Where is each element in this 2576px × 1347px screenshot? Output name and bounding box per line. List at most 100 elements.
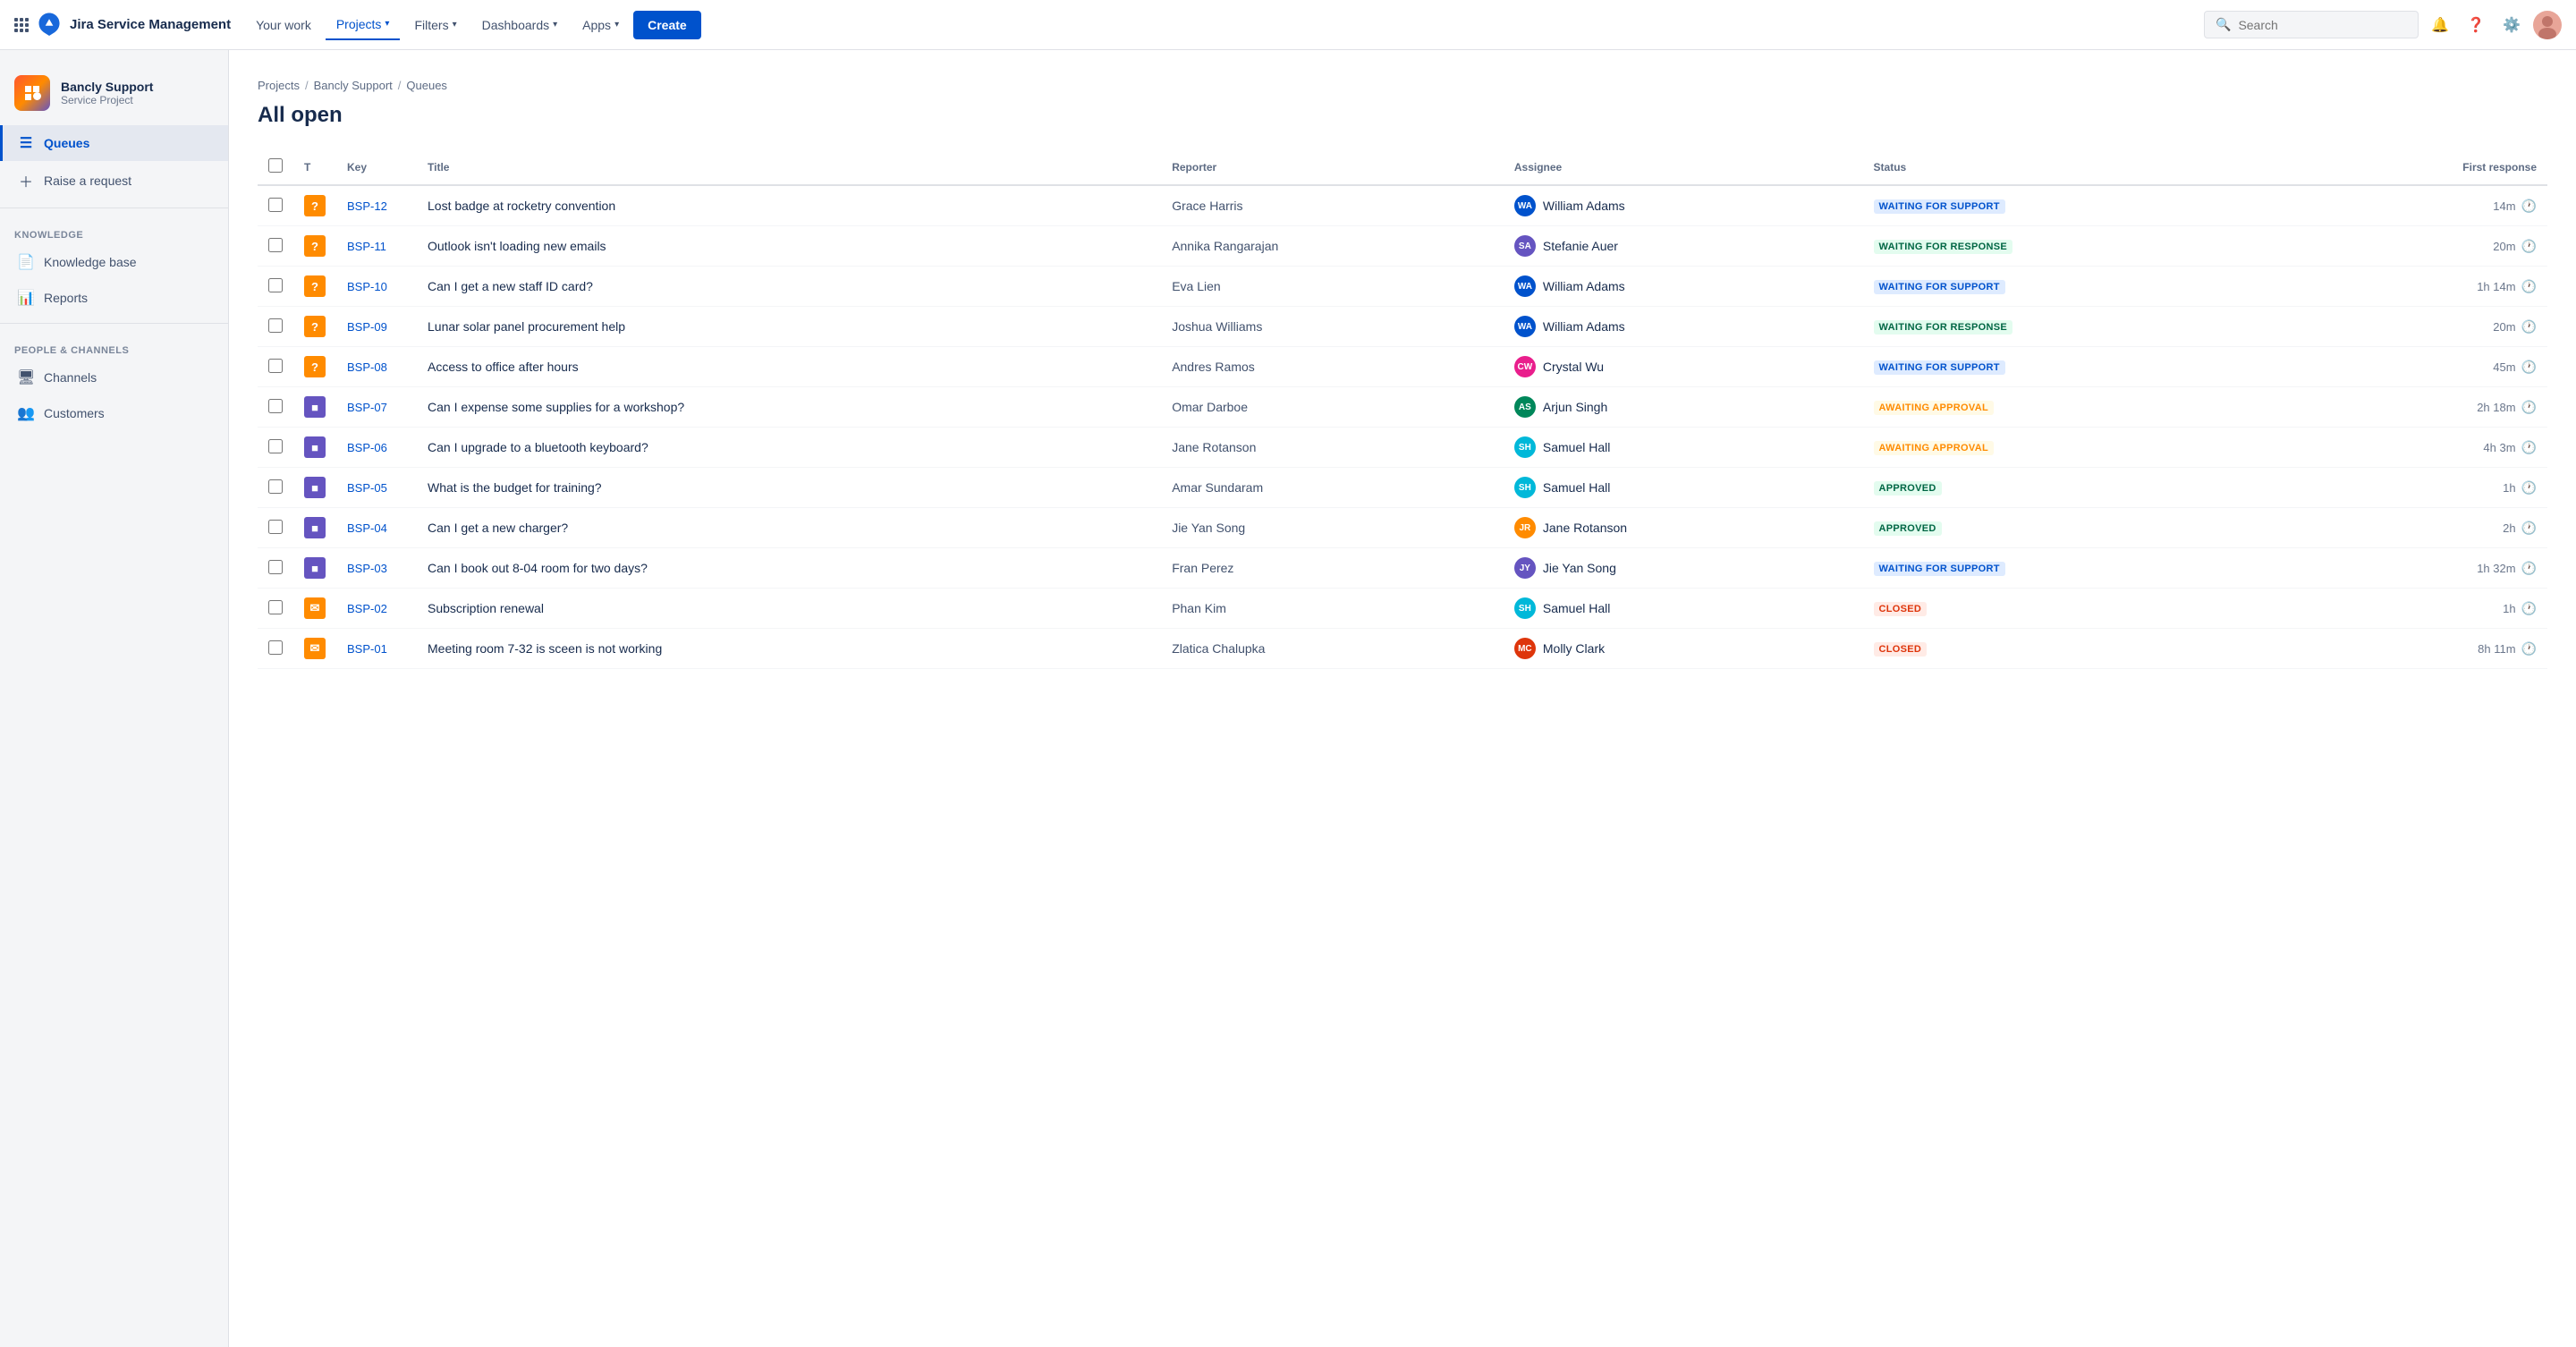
breadcrumb-queues[interactable]: Queues xyxy=(406,79,447,92)
row-reporter-cell: Amar Sundaram xyxy=(1161,468,1504,508)
issue-key[interactable]: BSP-04 xyxy=(347,521,387,535)
reporter-name: Jie Yan Song xyxy=(1172,521,1245,535)
row-checkbox[interactable] xyxy=(268,238,283,252)
notifications-button[interactable]: 🔔 xyxy=(2426,11,2454,39)
user-avatar[interactable] xyxy=(2533,11,2562,39)
assignee-avatar: SH xyxy=(1514,477,1536,498)
row-checkbox[interactable] xyxy=(268,439,283,453)
row-checkbox[interactable] xyxy=(268,600,283,614)
issue-key[interactable]: BSP-02 xyxy=(347,602,387,615)
row-reporter-cell: Andres Ramos xyxy=(1161,347,1504,387)
reporter-name: Eva Lien xyxy=(1172,279,1220,293)
queues-icon: ☰ xyxy=(17,134,35,152)
issue-key[interactable]: BSP-11 xyxy=(347,240,386,253)
assignee-avatar: AS xyxy=(1514,396,1536,418)
settings-button[interactable]: ⚙️ xyxy=(2497,11,2526,39)
row-checkbox[interactable] xyxy=(268,359,283,373)
help-button[interactable]: ❓ xyxy=(2462,11,2490,39)
issue-key[interactable]: BSP-01 xyxy=(347,642,387,656)
project-icon xyxy=(14,75,50,111)
first-response: 1h 🕐 xyxy=(2303,601,2537,616)
issue-title[interactable]: Can I expense some supplies for a worksh… xyxy=(428,400,684,414)
clock-icon: 🕐 xyxy=(2521,601,2537,616)
first-response: 1h 32m 🕐 xyxy=(2303,561,2537,576)
row-first-response-cell: 45m 🕐 xyxy=(2292,347,2547,387)
row-key-cell: BSP-09 xyxy=(336,307,417,347)
sidebar-item-raise-request[interactable]: ＋ Raise a request xyxy=(0,161,228,200)
issue-key[interactable]: BSP-10 xyxy=(347,280,387,293)
issue-title[interactable]: Access to office after hours xyxy=(428,360,579,374)
create-button[interactable]: Create xyxy=(633,11,701,39)
apps-nav[interactable]: Apps ▾ xyxy=(572,11,630,39)
breadcrumb-projects[interactable]: Projects xyxy=(258,79,300,92)
assignee-name: Samuel Hall xyxy=(1543,601,1610,615)
row-status-cell: WAITING FOR SUPPORT xyxy=(1863,185,2292,226)
row-checkbox[interactable] xyxy=(268,198,283,212)
issue-title[interactable]: Lunar solar panel procurement help xyxy=(428,319,625,334)
sidebar-item-queues[interactable]: ☰ Queues xyxy=(0,125,228,161)
issue-type-icon: ■ xyxy=(304,477,326,498)
issue-title[interactable]: Can I upgrade to a bluetooth keyboard? xyxy=(428,440,648,454)
row-key-cell: BSP-05 xyxy=(336,468,417,508)
issue-title[interactable]: Can I get a new charger? xyxy=(428,521,568,535)
issue-key[interactable]: BSP-05 xyxy=(347,481,387,495)
row-reporter-cell: Jie Yan Song xyxy=(1161,508,1504,548)
issue-key[interactable]: BSP-03 xyxy=(347,562,387,575)
search-input[interactable] xyxy=(2238,18,2407,32)
issue-title[interactable]: Can I book out 8-04 room for two days? xyxy=(428,561,648,575)
assignee-cell: SH Samuel Hall xyxy=(1514,597,1852,619)
issue-title[interactable]: Subscription renewal xyxy=(428,601,544,615)
first-response-time: 20m xyxy=(2493,320,2515,334)
filters-nav[interactable]: Filters ▾ xyxy=(403,11,467,39)
dashboards-nav[interactable]: Dashboards ▾ xyxy=(471,11,569,39)
status-badge: WAITING FOR SUPPORT xyxy=(1874,360,2005,375)
row-checkbox[interactable] xyxy=(268,560,283,574)
your-work-nav[interactable]: Your work xyxy=(245,11,322,39)
assignee-name: William Adams xyxy=(1543,279,1625,293)
col-first-response: First response xyxy=(2292,149,2547,185)
issue-title[interactable]: What is the budget for training? xyxy=(428,480,602,495)
breadcrumb-bancly-support[interactable]: Bancly Support xyxy=(314,79,393,92)
sidebar-item-customers[interactable]: 👥 Customers xyxy=(0,395,228,431)
row-checkbox[interactable] xyxy=(268,479,283,494)
issue-key[interactable]: BSP-12 xyxy=(347,199,387,213)
issue-key[interactable]: BSP-09 xyxy=(347,320,387,334)
row-first-response-cell: 14m 🕐 xyxy=(2292,185,2547,226)
assignee-name: Stefanie Auer xyxy=(1543,239,1618,253)
col-assignee: Assignee xyxy=(1504,149,1863,185)
issue-title[interactable]: Can I get a new staff ID card? xyxy=(428,279,593,293)
projects-nav[interactable]: Projects ▾ xyxy=(326,10,401,40)
clock-icon: 🕐 xyxy=(2521,440,2537,455)
issue-key[interactable]: BSP-07 xyxy=(347,401,387,414)
row-assignee-cell: SA Stefanie Auer xyxy=(1504,226,1863,267)
row-checkbox-cell xyxy=(258,387,293,428)
issue-title[interactable]: Meeting room 7-32 is sceen is not workin… xyxy=(428,641,662,656)
issue-title[interactable]: Lost badge at rocketry convention xyxy=(428,199,615,213)
search-box[interactable]: 🔍 xyxy=(2204,11,2419,38)
row-checkbox[interactable] xyxy=(268,520,283,534)
row-checkbox[interactable] xyxy=(268,399,283,413)
row-status-cell: APPROVED xyxy=(1863,468,2292,508)
status-badge: WAITING FOR SUPPORT xyxy=(1874,280,2005,294)
reporter-name: Fran Perez xyxy=(1172,561,1233,575)
table-row: ? BSP-08 Access to office after hours An… xyxy=(258,347,2547,387)
sidebar-item-knowledge-base[interactable]: 📄 Knowledge base xyxy=(0,244,228,280)
issue-title[interactable]: Outlook isn't loading new emails xyxy=(428,239,606,253)
row-first-response-cell: 4h 3m 🕐 xyxy=(2292,428,2547,468)
row-checkbox[interactable] xyxy=(268,278,283,292)
logo-link[interactable]: Jira Service Management xyxy=(36,12,231,38)
row-type-cell: ■ xyxy=(293,508,336,548)
issue-key[interactable]: BSP-06 xyxy=(347,441,387,454)
status-badge: WAITING FOR RESPONSE xyxy=(1874,320,2013,335)
app-switcher-icon[interactable] xyxy=(14,18,29,32)
select-all-checkbox[interactable] xyxy=(268,158,283,173)
row-checkbox[interactable] xyxy=(268,318,283,333)
sidebar-item-channels[interactable]: 🖥 Channels xyxy=(0,360,228,395)
assignee-cell: JR Jane Rotanson xyxy=(1514,517,1852,538)
issue-key[interactable]: BSP-08 xyxy=(347,360,387,374)
row-key-cell: BSP-02 xyxy=(336,589,417,629)
sidebar-item-reports[interactable]: 📊 Reports xyxy=(0,280,228,316)
row-checkbox[interactable] xyxy=(268,640,283,655)
issue-type-icon: ✉ xyxy=(304,638,326,659)
status-badge: WAITING FOR RESPONSE xyxy=(1874,240,2013,254)
